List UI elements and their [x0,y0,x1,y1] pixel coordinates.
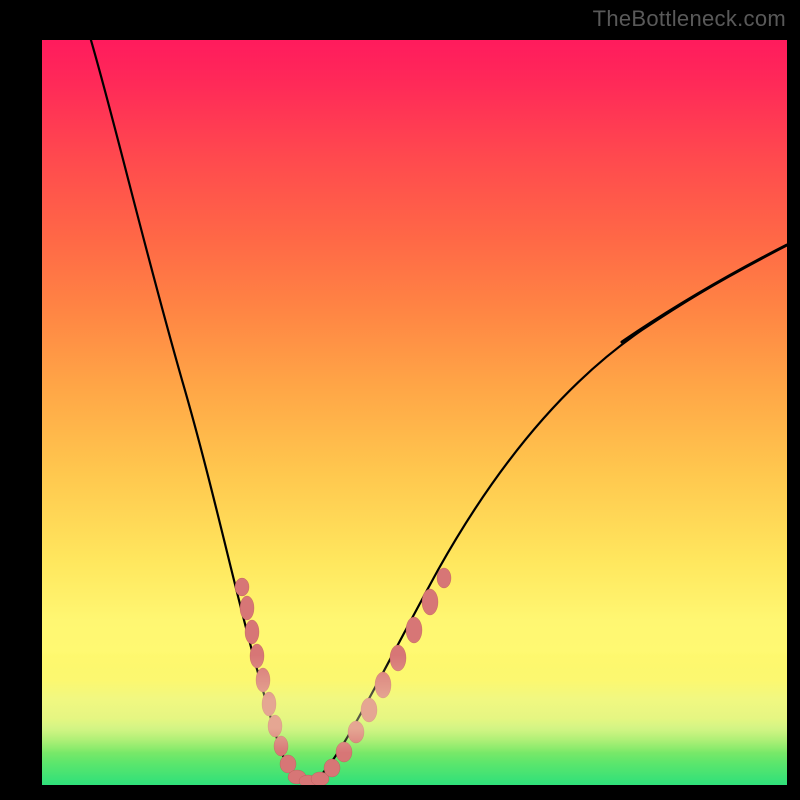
marker-group [235,568,451,785]
curve-layer [42,40,787,785]
bottleneck-curve [88,40,787,783]
plot-area [42,40,787,785]
watermark-text: TheBottleneck.com [593,6,786,32]
chart-frame: TheBottleneck.com [0,0,800,800]
